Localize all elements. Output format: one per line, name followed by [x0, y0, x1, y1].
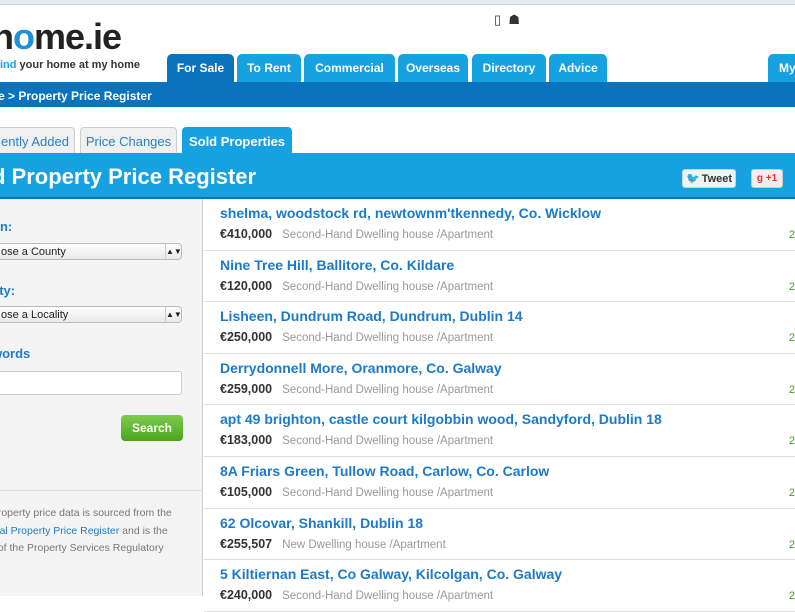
listing-row: 5 Kiltiernan East, Co Galway, Kilcolgan,…: [204, 560, 795, 612]
listing-date: 2: [788, 435, 795, 448]
main-nav: For Sale To Rent Commercial Overseas Dir…: [0, 54, 795, 82]
listing-type: Second-Hand Dwelling house /Apartment: [282, 435, 494, 448]
price-register-link[interactable]: cial Property Price Register: [0, 525, 119, 537]
listing-price: €410,000: [220, 227, 273, 241]
subtabs: ently Added Price Changes Sold Propertie…: [0, 127, 795, 154]
nav-tab-advice[interactable]: Advice: [549, 54, 607, 82]
listing-row: 8A Friars Green, Tullow Road, Carlow, Co…: [204, 457, 795, 509]
tab-price-changes[interactable]: Price Changes: [80, 127, 177, 154]
listing-row: apt 49 brighton, castle court kilgobbin …: [204, 405, 795, 457]
listing-type: Second-Hand Dwelling house /Apartment: [282, 486, 494, 499]
listing-row: Derrydonnell More, Oranmore, Co. Galway …: [204, 354, 795, 406]
listing-address[interactable]: Lisheen, Dundrum Road, Dundrum, Dublin 1…: [220, 308, 795, 324]
listing-price: €250,000: [220, 330, 273, 345]
listing-date: 2: [788, 538, 795, 551]
listings: shelma, woodstock rd, newtownm'tkennedy,…: [204, 199, 795, 612]
locality-select[interactable]: ose a Locality ▲▼: [0, 306, 182, 323]
page-title: d Property Price Register: [0, 164, 257, 189]
keywords-input[interactable]: [0, 371, 182, 395]
browser-top-edge: [0, 0, 795, 5]
nav-tab-to-rent[interactable]: To Rent: [237, 54, 301, 82]
tweet-button[interactable]: 🐦 Tweet: [682, 169, 736, 188]
tab-sold-properties[interactable]: Sold Properties: [182, 127, 292, 154]
nav-tab-for-sale[interactable]: For Sale: [167, 54, 234, 82]
listing-date: 2: [788, 590, 795, 603]
listing-date: 2: [788, 280, 795, 293]
nav-tab-overseas[interactable]: Overseas: [398, 54, 468, 82]
listing-type: Second-Hand Dwelling house /Apartment: [282, 280, 494, 293]
listing-address[interactable]: Nine Tree Hill, Ballitore, Co. Kildare: [220, 257, 795, 273]
listing-price: €183,000: [220, 433, 273, 448]
twitter-icon: 🐦: [685, 173, 700, 185]
listing-type: Second-Hand Dwelling house /Apartment: [282, 229, 494, 241]
listing-row: shelma, woodstock rd, newtownm'tkennedy,…: [204, 199, 795, 251]
nav-tab-commercial[interactable]: Commercial: [304, 54, 395, 82]
android-icon[interactable]: ☗: [508, 12, 520, 27]
logo[interactable]: home.ie: [0, 16, 122, 58]
listing-date: 2: [788, 229, 795, 241]
location-label: on:: [0, 219, 13, 234]
breadcrumb: e > Property Price Register: [0, 82, 795, 107]
listing-price: €255,507: [220, 536, 273, 551]
listing-date: 2: [788, 383, 795, 396]
listing-price: €120,000: [220, 278, 273, 293]
listing-type: Second-Hand Dwelling house /Apartment: [282, 332, 494, 345]
page-banner: d Property Price Register 🐦 Tweet g +1: [0, 153, 795, 199]
listing-row: Lisheen, Dundrum Road, Dundrum, Dublin 1…: [204, 302, 795, 354]
mobile-phone-icon[interactable]: ▯: [494, 12, 501, 27]
listing-date: 2: [788, 486, 795, 499]
listing-price: €240,000: [220, 588, 273, 603]
nav-tab-directory[interactable]: Directory: [472, 54, 546, 82]
keywords-label: words: [0, 346, 31, 361]
listing-row: Nine Tree Hill, Ballitore, Co. Kildare €…: [204, 251, 795, 303]
listing-address[interactable]: shelma, woodstock rd, newtownm'tkennedy,…: [220, 205, 795, 221]
listing-type: Second-Hand Dwelling house /Apartment: [282, 590, 494, 603]
listing-address[interactable]: 62 Olcovar, Shankill, Dublin 18: [220, 515, 795, 531]
listing-type: Second-Hand Dwelling house /Apartment: [282, 383, 494, 396]
county-select[interactable]: ose a County ▲▼: [0, 243, 182, 260]
listing-type: New Dwelling house /Apartment: [282, 538, 446, 551]
nav-tab-my[interactable]: My: [768, 54, 795, 82]
select-arrows-icon: ▲▼: [165, 244, 182, 259]
listing-address[interactable]: 5 Kiltiernan East, Co Galway, Kilcolgan,…: [220, 566, 795, 582]
data-source-note: property price data is sourced from the …: [0, 490, 203, 558]
locality-label: lity:: [0, 283, 16, 298]
listing-address[interactable]: Derrydonnell More, Oranmore, Co. Galway: [220, 360, 795, 376]
listing-address[interactable]: apt 49 brighton, castle court kilgobbin …: [220, 411, 795, 427]
tab-recently-added[interactable]: ently Added: [0, 127, 75, 154]
listing-address[interactable]: 8A Friars Green, Tullow Road, Carlow, Co…: [220, 463, 795, 479]
listing-price: €259,000: [220, 381, 273, 396]
device-icons: ▯ ☗: [494, 12, 520, 28]
search-button[interactable]: Search: [121, 415, 183, 441]
listing-price: €105,000: [220, 484, 273, 499]
google-plus-button[interactable]: g +1: [751, 169, 783, 188]
select-arrows-icon: ▲▼: [165, 307, 182, 322]
google-plus-icon: g: [756, 173, 766, 184]
listing-row: 62 Olcovar, Shankill, Dublin 18 €255,507…: [204, 509, 795, 561]
listing-date: 2: [788, 332, 795, 345]
